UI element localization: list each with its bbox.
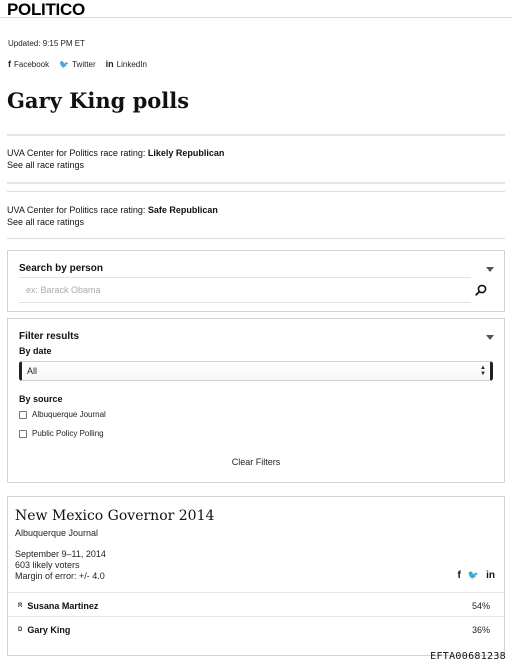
poll-dates: September 9–11, 2014 [15, 549, 106, 559]
row-divider [8, 592, 504, 593]
source-option[interactable]: Albuquerque Journal [19, 410, 106, 419]
facebook-share-label: Facebook [14, 59, 50, 69]
poll-sample: 603 likely voters [15, 560, 80, 570]
facebook-share-link[interactable]: f Facebook [8, 59, 49, 69]
candidate-row: R Susana Martinez [18, 601, 98, 611]
source-option[interactable]: Public Policy Polling [19, 429, 104, 438]
by-source-label: By source [19, 394, 63, 404]
race-rating-prefix: UVA Center for Politics race rating: [7, 205, 148, 215]
chevron-down-icon[interactable] [486, 335, 494, 340]
candidate-percentage: 36% [471, 625, 490, 635]
search-input[interactable] [19, 277, 471, 303]
poll-share-icons: f 🐦 in [458, 570, 495, 581]
source-option-label: Albuquerque Journal [32, 410, 106, 419]
updated-timestamp: Updated: 9:15 PM ET [8, 39, 85, 48]
see-all-ratings-link[interactable]: See all race ratings [7, 217, 84, 227]
twitter-share-label: Twitter [72, 59, 96, 69]
race-rating-prefix: UVA Center for Politics race rating: [7, 148, 148, 158]
filter-panel: Filter results By date All ▲ ▼ By source … [7, 318, 505, 483]
linkedin-icon[interactable]: in [486, 570, 495, 581]
twitter-icon: 🐦 [59, 59, 70, 69]
search-panel: Search by person [7, 250, 505, 312]
page-title: Gary King polls [7, 88, 190, 113]
section-divider [7, 182, 505, 184]
date-select-value: All [27, 366, 38, 376]
poll-title: New Mexico Governor 2014 [15, 508, 215, 524]
race-rating-1: UVA Center for Politics race rating: Lik… [7, 147, 224, 171]
poll-margin: Margin of error: +/- 4.0 [15, 571, 105, 581]
row-divider [8, 616, 504, 617]
search-icon[interactable] [475, 284, 487, 296]
source-option-label: Public Policy Polling [32, 429, 104, 438]
section-divider [7, 191, 505, 192]
twitter-icon[interactable]: 🐦 [468, 570, 479, 581]
linkedin-share-label: LinkedIn [116, 59, 147, 69]
poll-meta: September 9–11, 2014 603 likely voters M… [15, 549, 106, 582]
race-rating-value: Likely Republican [147, 148, 225, 158]
filter-panel-title: Filter results [19, 331, 80, 342]
search-panel-title: Search by person [19, 263, 103, 274]
date-select[interactable]: All ▲ ▼ [19, 361, 493, 381]
party-badge: R [18, 603, 23, 609]
candidate-row: D Gary King [18, 625, 70, 635]
facebook-icon: f [8, 59, 11, 69]
candidate-percentage: 54% [471, 601, 490, 611]
source-checkbox[interactable] [19, 429, 27, 438]
share-bar: f Facebook 🐦 Twitter in LinkedIn [8, 59, 147, 69]
facebook-icon[interactable]: f [458, 570, 461, 581]
twitter-share-link[interactable]: 🐦 Twitter [59, 60, 96, 69]
linkedin-share-link[interactable]: in LinkedIn [106, 59, 147, 69]
header-divider [0, 17, 512, 18]
select-arrows-icon: ▲ ▼ [480, 365, 486, 377]
party-badge: D [18, 627, 23, 633]
by-date-label: By date [19, 346, 52, 356]
section-divider [7, 238, 505, 239]
candidate-name: Gary King [27, 625, 71, 635]
chevron-down-icon[interactable] [486, 267, 494, 272]
document-id: EFTA00681238 [430, 651, 506, 662]
see-all-ratings-link[interactable]: See all race ratings [7, 160, 84, 170]
linkedin-icon: in [105, 59, 114, 69]
candidate-name: Susana Martinez [27, 601, 99, 611]
source-checkbox[interactable] [19, 410, 27, 419]
poll-source: Albuquerque Journal [15, 528, 99, 538]
race-rating-value: Safe Republican [147, 205, 218, 215]
poll-card: New Mexico Governor 2014 Albuquerque Jou… [7, 496, 505, 656]
clear-filters-button[interactable]: Clear Filters [8, 457, 504, 467]
race-rating-2: UVA Center for Politics race rating: Saf… [7, 204, 218, 228]
section-divider [7, 134, 505, 136]
